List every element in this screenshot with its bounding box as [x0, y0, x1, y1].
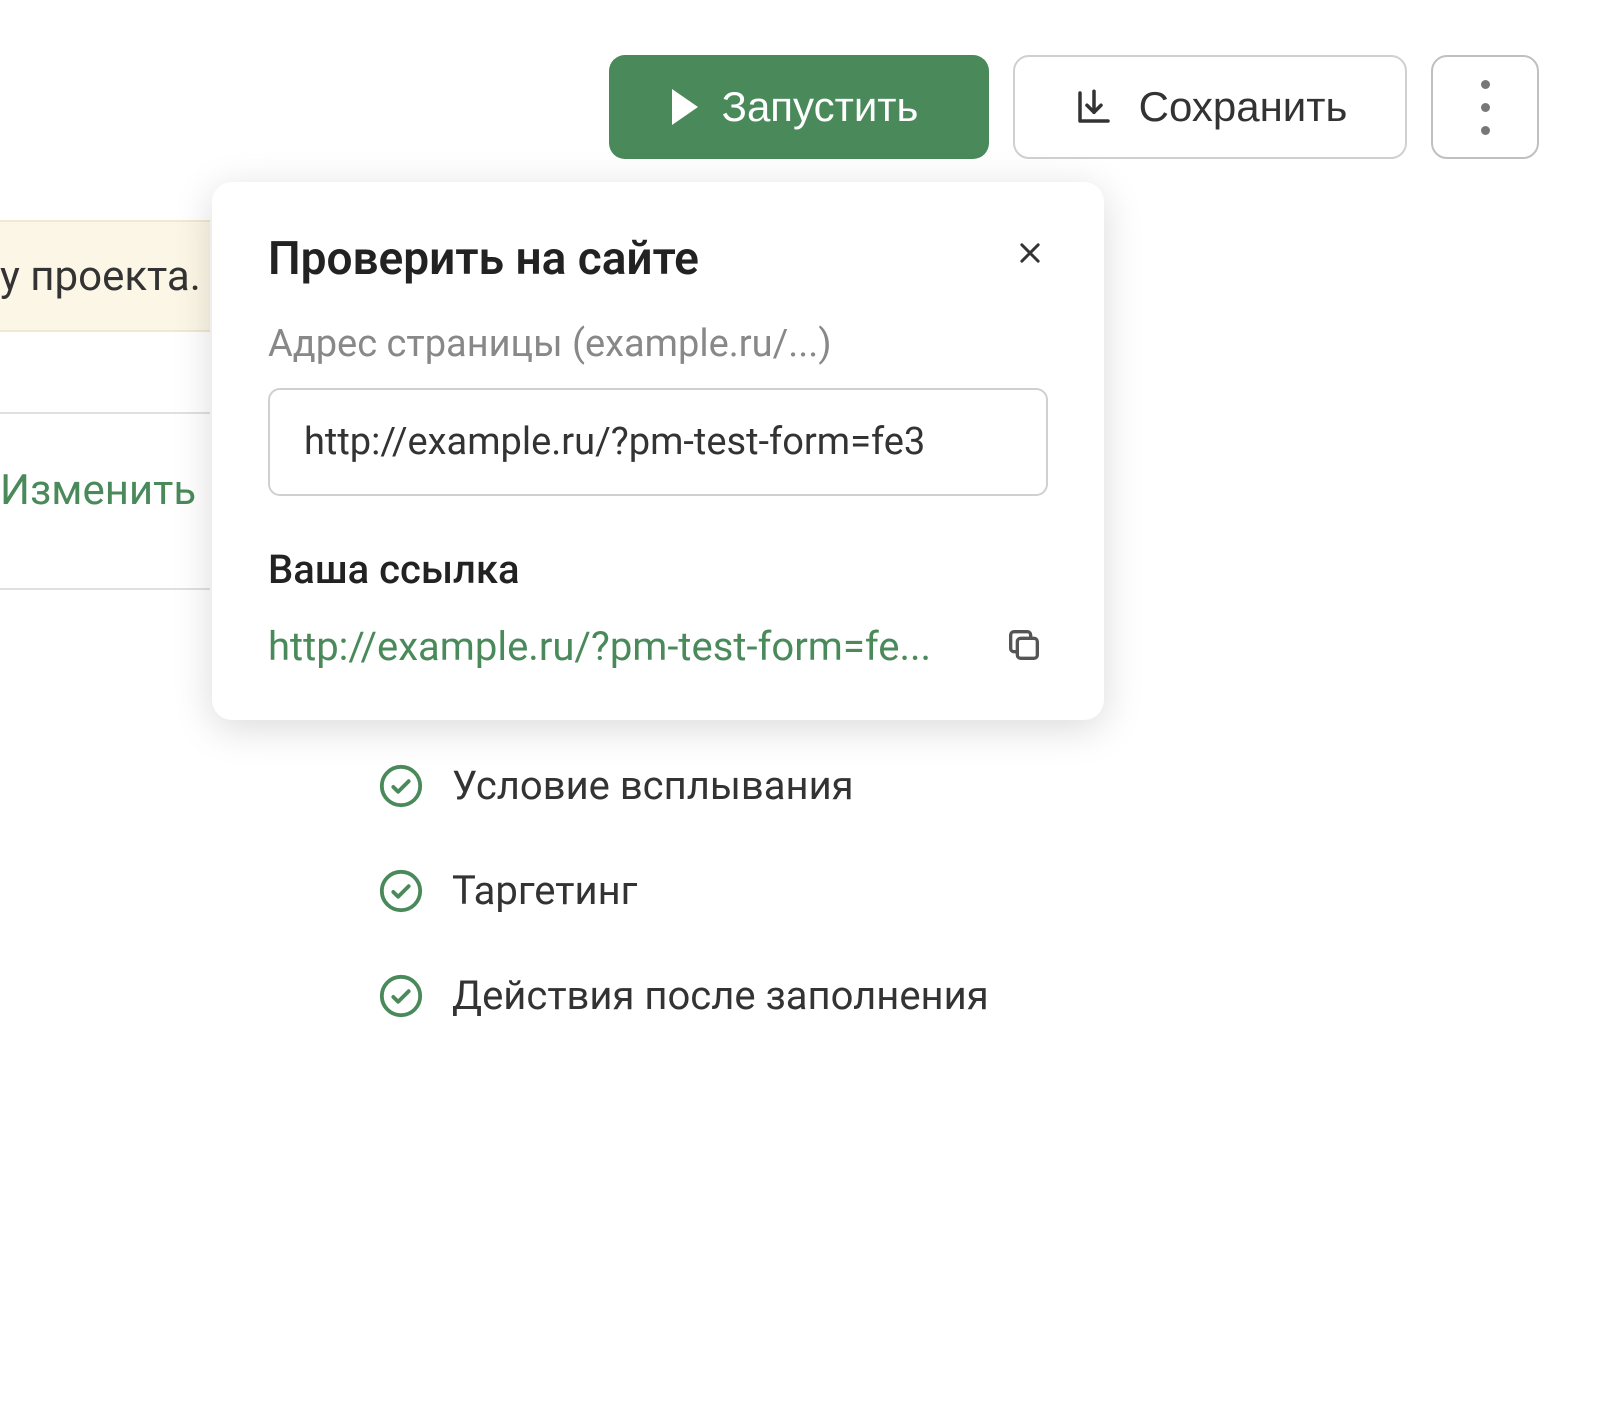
- checklist-item-label: Действия после заполнения: [452, 972, 989, 1019]
- download-icon: [1073, 86, 1115, 128]
- page-url-input[interactable]: [268, 388, 1048, 496]
- copy-link-button[interactable]: [1000, 621, 1048, 672]
- check-circle-icon: [378, 868, 424, 914]
- checklist-item: Таргетинг: [378, 867, 989, 914]
- generated-link[interactable]: http://example.ru/?pm-test-form=fe...: [268, 623, 980, 670]
- play-icon: [672, 89, 698, 125]
- edit-link[interactable]: Изменить: [0, 466, 196, 515]
- copy-icon: [1004, 625, 1044, 665]
- divider: [0, 588, 210, 590]
- link-row: http://example.ru/?pm-test-form=fe...: [268, 621, 1048, 672]
- divider: [0, 412, 210, 414]
- save-button[interactable]: Сохранить: [1013, 55, 1407, 159]
- check-circle-icon: [378, 763, 424, 809]
- kebab-icon: [1481, 80, 1490, 135]
- close-icon: [1016, 239, 1044, 267]
- more-options-button[interactable]: [1431, 55, 1539, 159]
- toolbar: Запустить Сохранить: [609, 55, 1539, 159]
- check-circle-icon: [378, 973, 424, 1019]
- checklist-item-label: Таргетинг: [452, 867, 637, 914]
- notice-banner: у проекта.: [0, 220, 210, 332]
- checklist-item: Действия после заполнения: [378, 972, 989, 1019]
- notice-banner-text: у проекта.: [0, 252, 201, 301]
- address-label: Адрес страницы (example.ru/...): [268, 322, 1048, 366]
- checklist: Условие всплывания Таргетинг Действия по…: [378, 762, 989, 1077]
- popover-title: Проверить на сайте: [268, 232, 699, 286]
- preview-popover: Проверить на сайте Адрес страницы (examp…: [212, 182, 1104, 720]
- checklist-item-label: Условие всплывания: [452, 762, 854, 809]
- checklist-item: Условие всплывания: [378, 762, 989, 809]
- close-button[interactable]: [1012, 232, 1048, 278]
- run-button[interactable]: Запустить: [609, 55, 989, 159]
- popover-header: Проверить на сайте: [268, 232, 1048, 286]
- save-button-label: Сохранить: [1139, 83, 1348, 131]
- run-button-label: Запустить: [722, 83, 919, 131]
- your-link-label: Ваша ссылка: [268, 546, 1048, 593]
